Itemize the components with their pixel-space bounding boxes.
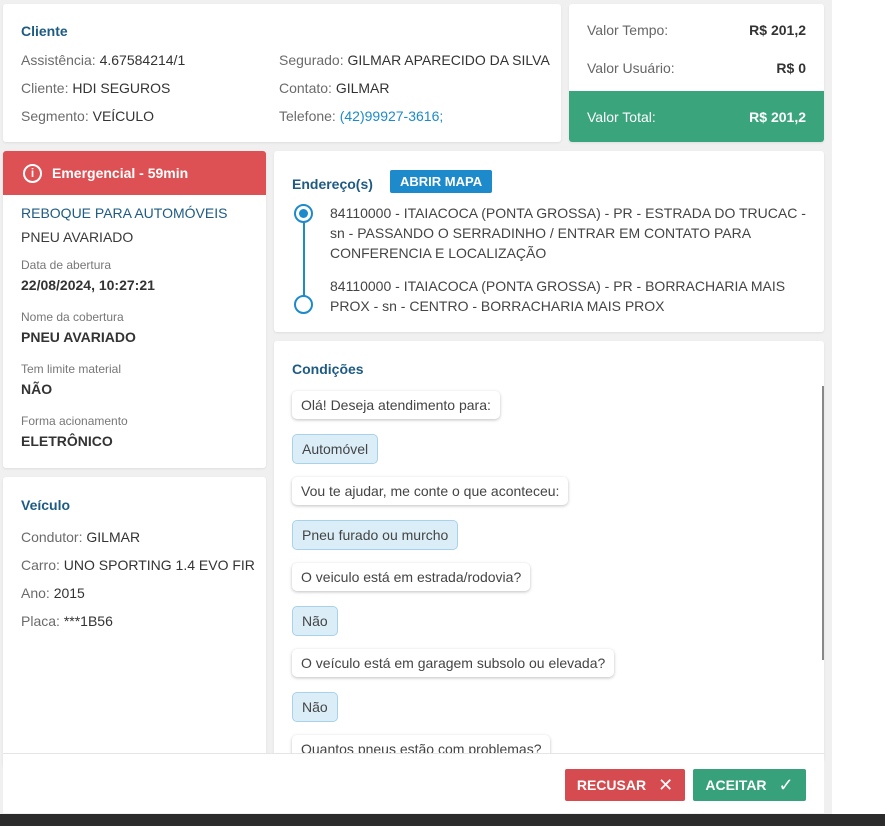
- close-icon: ✕: [658, 774, 674, 795]
- placa-row: Placa: ***1B56: [21, 613, 113, 629]
- ano-value: 2015: [53, 585, 85, 601]
- right-margin: [832, 0, 885, 814]
- cliente-row: Cliente: HDI SEGUROS: [21, 80, 170, 96]
- accept-label: ACEITAR: [705, 777, 767, 793]
- values-card: Valor Tempo: R$ 201,2 Valor Usuário: R$ …: [569, 4, 824, 142]
- forma-value: ELETRÔNICO: [21, 433, 113, 449]
- taskbar: [0, 814, 885, 826]
- segurado-value: GILMAR APARECIDO DA SILVA: [347, 52, 550, 68]
- service-card: i Emergencial - 59min REBOQUE PARA AUTOM…: [3, 151, 266, 468]
- vehicle-title: Veículo: [21, 497, 71, 513]
- valor-usuario-value: R$ 0: [776, 60, 806, 76]
- carro-value: UNO SPORTING 1.4 EVO FIR: [63, 557, 255, 573]
- info-icon: i: [23, 163, 42, 183]
- ano-row: Ano: 2015: [21, 585, 85, 601]
- limite-label: Tem limite material: [21, 362, 122, 376]
- chat-question: O veiculo está em estrada/rodovia?: [292, 563, 531, 591]
- valor-tempo-label: Valor Tempo:: [587, 22, 669, 38]
- condutor-label: Condutor:: [21, 529, 83, 545]
- segmento-row: Segmento: VEÍCULO: [21, 108, 154, 124]
- valor-usuario-label: Valor Usuário:: [587, 60, 675, 76]
- segmento-label: Segmento:: [21, 108, 89, 124]
- conditions-card: Condições Olá! Deseja atendimento para: …: [274, 341, 824, 761]
- telefone-link[interactable]: (42)99927-3616;: [340, 108, 444, 124]
- segurado-row: Segurado: GILMAR APARECIDO DA SILVA: [279, 52, 550, 68]
- check-icon: ✓: [778, 774, 794, 795]
- carro-label: Carro:: [21, 557, 60, 573]
- contato-label: Contato:: [279, 80, 332, 96]
- origin-marker-icon: [294, 204, 313, 223]
- condutor-row: Condutor: GILMAR: [21, 529, 140, 545]
- assistencia-label: Assistência:: [21, 52, 96, 68]
- chat-question: O veículo está em garagem subsolo ou ele…: [292, 649, 615, 677]
- address-title: Endereço(s): [292, 176, 373, 192]
- client-card: Cliente Assistência: 4.67584214/1 Client…: [3, 4, 561, 142]
- contato-value: GILMAR: [335, 80, 390, 96]
- telefone-label: Telefone:: [279, 108, 336, 124]
- abertura-label: Data de abertura: [21, 258, 112, 272]
- address-card: Endereço(s) ABRIR MAPA 84110000 - ITAIAC…: [274, 151, 824, 332]
- destination-address: 84110000 - ITAIACOCA (PONTA GROSSA) - PR…: [330, 278, 786, 314]
- action-footer: RECUSAR ✕ ACEITAR ✓: [3, 753, 824, 813]
- forma-label: Forma acionamento: [21, 414, 128, 428]
- abertura-value: 22/08/2024, 10:27:21: [21, 277, 155, 293]
- route-line: [303, 223, 305, 299]
- cliente-label: Cliente:: [21, 80, 69, 96]
- carro-row: Carro: UNO SPORTING 1.4 EVO FIR: [21, 557, 255, 573]
- service-type: REBOQUE PARA AUTOMÓVEIS: [21, 205, 228, 221]
- chat-answer: Pneu furado ou murcho: [292, 520, 459, 550]
- reject-button[interactable]: RECUSAR ✕: [565, 769, 685, 801]
- limite-value: NÃO: [21, 381, 53, 397]
- chat-question: Vou te ajudar, me conte o que aconteceu:: [292, 477, 569, 505]
- segurado-label: Segurado:: [279, 52, 344, 68]
- contato-row: Contato: GILMAR: [279, 80, 390, 96]
- placa-value: ***1B56: [63, 613, 113, 629]
- cliente-value: HDI SEGUROS: [72, 80, 171, 96]
- open-map-button[interactable]: ABRIR MAPA: [390, 170, 493, 193]
- conditions-title: Condições: [292, 361, 364, 377]
- valor-usuario-row: Valor Usuário: R$ 0: [569, 49, 824, 87]
- segmento-value: VEÍCULO: [92, 108, 155, 124]
- assistencia-row: Assistência: 4.67584214/1: [21, 52, 185, 68]
- valor-tempo-row: Valor Tempo: R$ 201,2: [569, 11, 824, 49]
- valor-total-row: Valor Total: R$ 201,2: [569, 91, 824, 142]
- chat-question: Olá! Deseja atendimento para:: [292, 391, 500, 419]
- placa-label: Placa:: [21, 613, 60, 629]
- emergency-banner: i Emergencial - 59min: [3, 151, 266, 195]
- accept-button[interactable]: ACEITAR ✓: [693, 769, 806, 801]
- assistencia-value: 4.67584214/1: [99, 52, 186, 68]
- valor-total-label: Valor Total:: [587, 108, 656, 125]
- emergency-label: Emergencial - 59min: [52, 165, 189, 181]
- telefone-row: Telefone: (42)99927-3616;: [279, 108, 443, 124]
- cobertura-value: PNEU AVARIADO: [21, 329, 136, 345]
- chat-answer: Não: [292, 606, 338, 636]
- origin-address: 84110000 - ITAIACOCA (PONTA GROSSA) - PR…: [330, 205, 806, 261]
- chat-answer: Automóvel: [292, 434, 379, 464]
- chat-answer: Não: [292, 692, 338, 722]
- conditions-scrollbar[interactable]: [822, 386, 824, 660]
- valor-tempo-value: R$ 201,2: [749, 22, 806, 38]
- cobertura-label: Nome da cobertura: [21, 310, 124, 324]
- destination-marker-icon: [294, 295, 313, 314]
- ano-label: Ano:: [21, 585, 50, 601]
- client-title: Cliente: [21, 23, 68, 39]
- service-reason: PNEU AVARIADO: [21, 229, 134, 245]
- valor-total-value: R$ 201,2: [749, 108, 806, 125]
- reject-label: RECUSAR: [576, 777, 647, 793]
- condutor-value: GILMAR: [86, 529, 141, 545]
- vehicle-card: Veículo Condutor: GILMAR Carro: UNO SPOR…: [3, 477, 266, 767]
